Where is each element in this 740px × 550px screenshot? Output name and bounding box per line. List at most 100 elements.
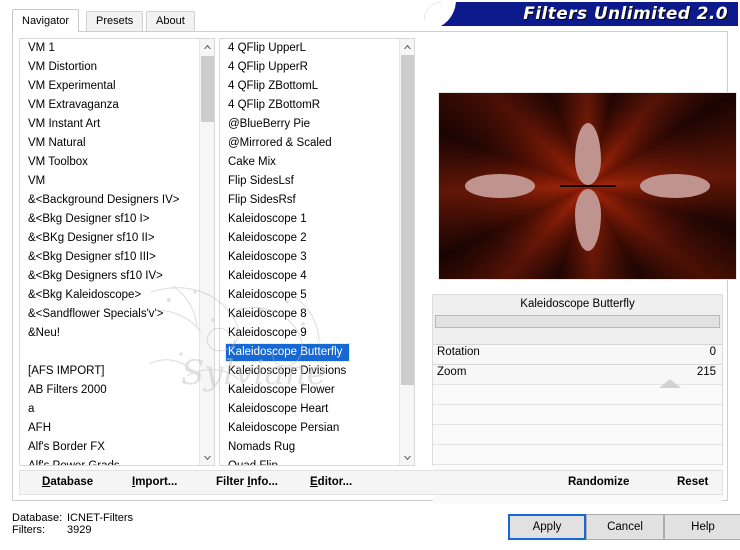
filter-list-item[interactable]: Kaleidoscope Persian <box>220 419 399 438</box>
filters-scrollbar[interactable] <box>399 39 414 465</box>
category-list-item[interactable]: &Neu! <box>20 324 199 343</box>
filters-items[interactable]: 4 QFlip UpperL 4 QFlip UpperR 4 QFlip ZBot… <box>220 39 399 465</box>
filter-list-item[interactable]: Cake Mix <box>220 153 399 172</box>
import-button[interactable]: Import... <box>132 476 177 488</box>
status-filters-label: Filters: <box>12 524 45 536</box>
category-list-item[interactable]: &<Background Designers IV> <box>20 191 199 210</box>
categories-items[interactable]: VM 1 VM Distortion VM Experimental VM Extra… <box>20 39 199 465</box>
category-list-item[interactable]: AB Filters 2000 <box>20 381 199 400</box>
editor-button[interactable]: Editor... <box>310 476 352 488</box>
filter-list-item[interactable]: Kaleidoscope 9 <box>220 324 399 343</box>
filter-list-item[interactable]: Kaleidoscope 8 <box>220 305 399 324</box>
status-area: Database: ICNET-Filters Filters: 3929 <box>12 512 133 536</box>
filter-list-item[interactable]: Quad Flip <box>220 457 399 465</box>
randomize-button[interactable]: Randomize <box>568 476 629 488</box>
parameters-spacer <box>433 328 722 344</box>
petal-left <box>465 174 535 198</box>
category-list-item[interactable]: VM Toolbox <box>20 153 199 172</box>
categories-scroll-thumb[interactable] <box>201 56 214 122</box>
preview-and-params: Kaleidoscope Butterfly Rotation 0 Zoom 215 <box>426 38 737 504</box>
filter-list-item[interactable]: Kaleidoscope 3 <box>220 248 399 267</box>
parameters-title: Kaleidoscope Butterfly <box>433 295 722 314</box>
filters-unlimited-window: Filters Unlimited 2.0 Navigator Presets … <box>0 0 740 550</box>
filter-list-item-label[interactable]: Kaleidoscope Butterfly <box>224 343 351 362</box>
filter-list-item[interactable]: Kaleidoscope Flower <box>220 381 399 400</box>
petal-right <box>640 174 710 198</box>
filter-list-item[interactable]: Kaleidoscope 4 <box>220 267 399 286</box>
slider-row-empty <box>433 424 722 444</box>
category-list-item[interactable]: VM Natural <box>20 134 199 153</box>
filter-list-item[interactable]: Flip SidesLsf <box>220 172 399 191</box>
petal-center-line <box>559 185 616 187</box>
tab-navigator[interactable]: Navigator <box>12 9 80 32</box>
status-filters-value: 3929 <box>67 524 92 536</box>
category-list-item[interactable]: Alf's Border FX <box>20 438 199 457</box>
filter-list-item[interactable]: Nomads Rug <box>220 438 399 457</box>
category-list-item[interactable]: VM Distortion <box>20 58 199 77</box>
filter-list-item[interactable]: 4 QFlip ZBottomL <box>220 77 399 96</box>
filter-list-item[interactable]: 4 QFlip UpperL <box>220 39 399 58</box>
category-list-item[interactable]: VM 1 <box>20 39 199 58</box>
category-list-item[interactable]: a <box>20 400 199 419</box>
apply-button[interactable]: Apply <box>508 514 586 540</box>
app-title: Filters Unlimited 2.0 <box>523 4 728 24</box>
filter-list-item[interactable]: Kaleidoscope Divisions <box>220 362 399 381</box>
slider-zoom[interactable]: Zoom 215 <box>433 364 722 388</box>
filter-preview-image[interactable] <box>438 92 737 280</box>
categories-listbox[interactable]: VM 1 VM Distortion VM Experimental VM Extra… <box>19 38 215 466</box>
action-menubar: Database Import... Filter Info... Editor… <box>19 470 723 495</box>
slider-row-empty <box>433 444 722 464</box>
categories-scrollbar[interactable] <box>199 39 214 465</box>
help-button[interactable]: Help <box>664 514 740 540</box>
cancel-button[interactable]: Cancel <box>586 514 664 540</box>
filter-list-item[interactable]: @Mirrored & Scaled <box>220 134 399 153</box>
slider-row-empty <box>433 404 722 424</box>
category-list-item[interactable]: VM Experimental <box>20 77 199 96</box>
preset-progress-bar[interactable] <box>435 315 720 328</box>
category-list-item[interactable] <box>20 343 199 362</box>
reset-button[interactable]: Reset <box>677 476 708 488</box>
slider-rotation[interactable]: Rotation 0 <box>433 344 722 364</box>
category-list-item[interactable]: VM <box>20 172 199 191</box>
chevron-down-icon[interactable] <box>200 450 214 465</box>
tab-about[interactable]: About <box>146 11 195 31</box>
filters-scroll-thumb[interactable] <box>401 55 414 385</box>
category-list-item[interactable]: VM Extravaganza <box>20 96 199 115</box>
petal-top <box>574 123 601 185</box>
chevron-down-icon[interactable] <box>400 450 414 465</box>
filter-list-item[interactable]: Kaleidoscope 1 <box>220 210 399 229</box>
filter-list-item-selected[interactable]: Kaleidoscope Butterfly <box>220 343 399 362</box>
filter-list-item[interactable]: 4 QFlip UpperR <box>220 58 399 77</box>
filter-list-item[interactable]: Flip SidesRsf <box>220 191 399 210</box>
filter-list-item[interactable]: Kaleidoscope 5 <box>220 286 399 305</box>
filters-listbox[interactable]: 4 QFlip UpperL 4 QFlip UpperR 4 QFlip ZBot… <box>219 38 415 466</box>
category-list-item[interactable]: Alf's Power Grads <box>20 457 199 465</box>
category-list-item[interactable]: AFH <box>20 419 199 438</box>
filter-list-item[interactable]: Kaleidoscope 2 <box>220 229 399 248</box>
category-list-item[interactable]: &<Sandflower Specials'v'> <box>20 305 199 324</box>
category-list-item[interactable]: &<Bkg Designers sf10 IV> <box>20 267 199 286</box>
category-list-item[interactable]: &<BKg Designer sf10 II> <box>20 229 199 248</box>
slider-label: Rotation <box>437 346 480 358</box>
category-list-item[interactable]: VM Instant Art <box>20 115 199 134</box>
navigator-panel: VM 1 VM Distortion VM Experimental VM Extra… <box>12 31 737 504</box>
slider-thumb[interactable] <box>658 379 681 388</box>
filter-list-item[interactable]: 4 QFlip ZBottomR <box>220 96 399 115</box>
title-banner: Filters Unlimited 2.0 <box>424 2 738 26</box>
chevron-up-icon[interactable] <box>400 39 414 54</box>
slider-value: 0 <box>709 346 716 358</box>
filter-list-item[interactable]: @BlueBerry Pie <box>220 115 399 134</box>
filter-info-button[interactable]: Filter Info... <box>216 476 278 488</box>
slider-label: Zoom <box>437 366 467 378</box>
filter-list-item[interactable]: Kaleidoscope Heart <box>220 400 399 419</box>
category-list-item[interactable]: &<Bkg Designer sf10 III> <box>20 248 199 267</box>
parameters-panel: Kaleidoscope Butterfly Rotation 0 Zoom 215 <box>432 294 723 504</box>
category-list-item[interactable]: &<Bkg Designer sf10 I> <box>20 210 199 229</box>
database-button[interactable]: Database <box>42 476 93 488</box>
category-list-item[interactable]: [AFS IMPORT] <box>20 362 199 381</box>
slider-value: 215 <box>696 366 716 378</box>
status-database-label: Database: <box>12 512 63 524</box>
category-list-item[interactable]: &<Bkg Kaleidoscope> <box>20 286 199 305</box>
chevron-up-icon[interactable] <box>200 39 214 54</box>
tab-presets[interactable]: Presets <box>86 11 144 31</box>
